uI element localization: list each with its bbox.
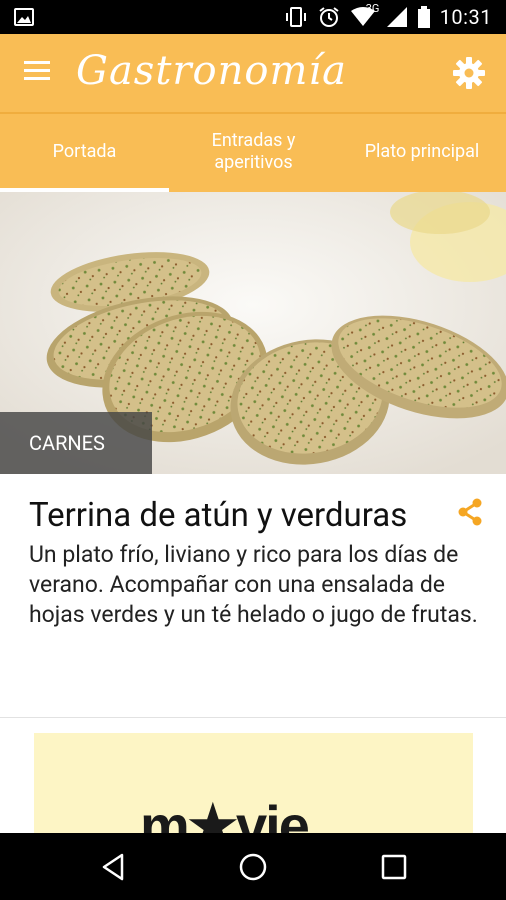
tab-plato-principal[interactable]: Plato principal [338, 114, 506, 190]
home-icon[interactable] [237, 851, 269, 883]
article-description: Un plato frío, liviano y rico para los d… [29, 541, 478, 628]
tab-label: Entradas y aperitivos [211, 130, 296, 173]
signal-icon: 3G [366, 2, 408, 28]
share-icon[interactable] [456, 498, 484, 526]
app-bar: Gastronomía [0, 34, 506, 112]
recents-icon[interactable] [378, 851, 410, 883]
tab-label: Portada [52, 141, 117, 162]
back-icon[interactable] [98, 851, 130, 883]
alarm-icon [318, 6, 340, 28]
advertisement-banner[interactable]: m★vie [34, 733, 473, 843]
divider [0, 717, 506, 718]
network-type: 3G [365, 2, 380, 15]
navigation-bar [0, 833, 506, 900]
status-bar: 3G 10:31 [0, 0, 506, 34]
gear-icon[interactable] [452, 56, 486, 90]
tab-label: Plato principal [364, 141, 480, 162]
article-title[interactable]: Terrina de atún y verduras [29, 496, 407, 535]
app-title: Gastronomía [76, 48, 348, 94]
clock: 10:31 [439, 5, 492, 29]
hamburger-menu-icon[interactable] [22, 58, 54, 88]
vibrate-icon [284, 6, 308, 28]
tab-entradas-y-aperitivos[interactable]: Entradas y aperitivos [169, 114, 338, 190]
tab-portada[interactable]: Portada [0, 114, 169, 192]
tab-bar: Portada Entradas y aperitivos Plato prin… [0, 112, 506, 192]
image-icon [14, 8, 34, 26]
battery-icon [417, 6, 430, 28]
category-badge[interactable]: CARNES [0, 412, 152, 474]
